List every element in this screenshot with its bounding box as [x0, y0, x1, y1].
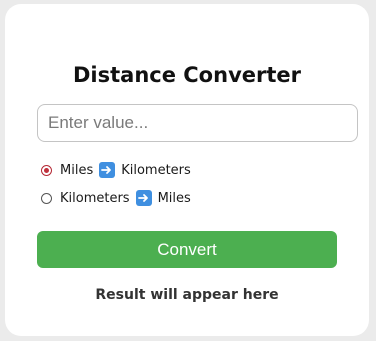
option-miles-to-km[interactable]: Miles Kilometers	[41, 160, 191, 180]
result-text: Result will appear here	[95, 287, 279, 303]
radio-button[interactable]	[41, 192, 52, 204]
value-input[interactable]	[37, 104, 358, 142]
option-to-label: Miles	[157, 190, 191, 206]
option-from-label: Kilometers	[60, 190, 130, 206]
option-km-to-miles[interactable]: Kilometers Miles	[41, 188, 191, 208]
convert-button[interactable]: Convert	[37, 231, 337, 268]
converter-card: Distance Converter Miles Kilometers Kilo…	[5, 4, 369, 336]
radio-button[interactable]	[41, 164, 52, 176]
page-title: Distance Converter	[72, 63, 301, 87]
right-arrow-icon	[99, 162, 116, 178]
option-to-label: Kilometers	[121, 162, 191, 178]
option-from-label: Miles	[60, 162, 94, 178]
right-arrow-icon	[135, 190, 152, 206]
